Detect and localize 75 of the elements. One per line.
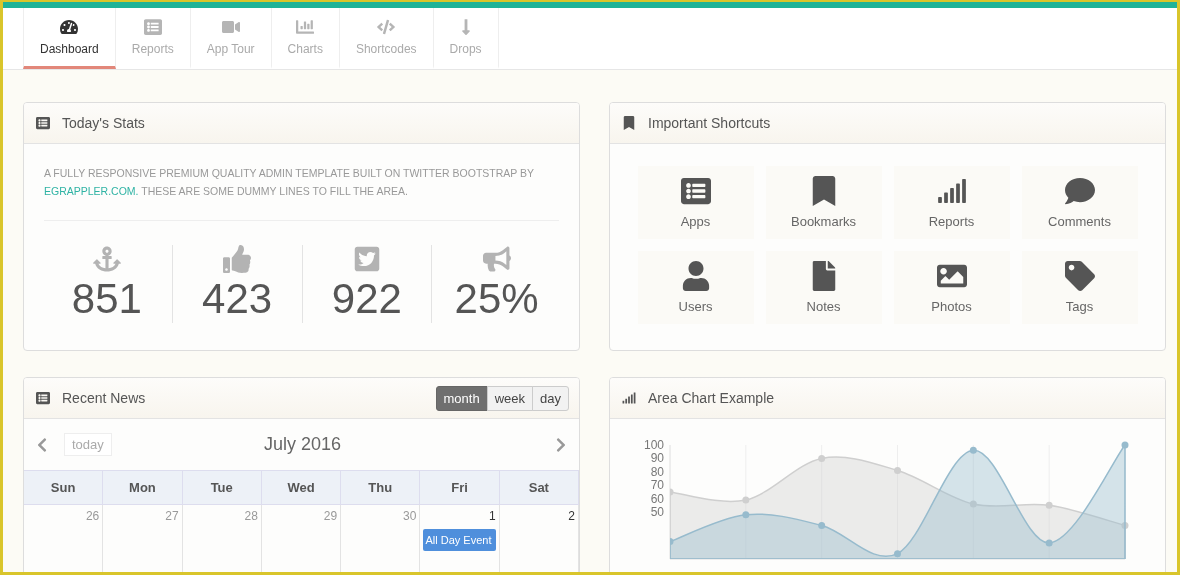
- view-toggle[interactable]: week: [486, 385, 534, 411]
- bird-icon: [352, 245, 381, 273]
- video-camera-icon: [221, 18, 240, 36]
- axis-tick-label: 90: [650, 451, 664, 466]
- user-icon: [680, 261, 711, 291]
- panel-title: Area Chart Example: [648, 390, 776, 406]
- day-number: 2: [568, 509, 575, 523]
- bar-chart-icon: [296, 18, 315, 36]
- calendar-event[interactable]: All Day Event: [423, 529, 496, 551]
- shortcut-link[interactable]: Bookmarks: [765, 166, 882, 239]
- data-point: [1121, 521, 1129, 529]
- stat-value: 423: [202, 275, 273, 323]
- signal-bars-icon: [936, 176, 967, 206]
- weekday-header: Thu: [341, 470, 421, 505]
- list-icon: [36, 391, 50, 405]
- shortcut-link[interactable]: Photos: [893, 251, 1010, 324]
- stat-value: 851: [71, 275, 142, 323]
- data-point: [818, 454, 826, 462]
- calendar-month: July 2016: [262, 434, 342, 455]
- data-point: [742, 511, 750, 519]
- data-point: [894, 467, 901, 474]
- list-icon: [680, 176, 711, 206]
- list-icon: [143, 18, 162, 36]
- data-point: [670, 538, 674, 546]
- axis-tick-label: 60: [650, 491, 664, 506]
- stat-value: 25%: [454, 275, 539, 323]
- shortcut-link[interactable]: Tags: [1021, 251, 1138, 324]
- data-point: [969, 500, 977, 508]
- weekday-header: Tue: [182, 470, 262, 505]
- axis-tick-label: 70: [650, 478, 664, 493]
- megaphone-icon: [482, 245, 511, 273]
- bookmark-icon: [622, 116, 636, 130]
- weekday-header: Sun: [24, 470, 104, 505]
- tag-icon: [1064, 261, 1095, 291]
- shortcut-link[interactable]: Reports: [893, 166, 1010, 239]
- weekday-header: Sat: [499, 470, 579, 505]
- axis-tick-label: 100: [643, 438, 664, 452]
- day-number: 27: [165, 509, 179, 523]
- shortcut-link[interactable]: Apps: [637, 166, 754, 239]
- intro-text: A FULLY RESPONSIVE PREMIUM QUALITY ADMIN TEMPLATE BUILT ON TWITTER BOOTSTRAP BY EGRAPPLER.COM. THESE ARE SOME DUMMY LINES TO FILL THE AREA.: [44, 164, 559, 221]
- data-point: [818, 521, 826, 529]
- weekday-header: Wed: [261, 470, 342, 505]
- panel-title: Today's Stats: [62, 115, 146, 131]
- axis-tick-label: 50: [650, 505, 664, 520]
- dashboard-icon: [60, 18, 79, 36]
- day-number: 1: [489, 509, 496, 523]
- anchor-icon: [92, 245, 121, 273]
- shortcut-link[interactable]: Comments: [1021, 166, 1138, 239]
- nav-tab[interactable]: Dashboard: [23, 8, 116, 69]
- list-icon: [36, 116, 50, 130]
- data-point: [969, 446, 977, 454]
- shortcut-link[interactable]: Notes: [765, 251, 882, 324]
- stat-value: 922: [331, 275, 402, 323]
- panel-title: Important Shortcuts: [648, 115, 772, 131]
- weekday-header: Fri: [420, 470, 500, 505]
- axis-tick-label: 80: [650, 464, 664, 479]
- day-number: 29: [323, 509, 338, 523]
- view-toggle[interactable]: day: [532, 385, 569, 411]
- data-point: [1121, 441, 1129, 449]
- view-toggle[interactable]: month: [435, 385, 488, 411]
- signal-bars-icon: [622, 391, 636, 405]
- weekday-header: Mon: [103, 470, 183, 505]
- thumbs-up-icon: [223, 245, 252, 273]
- data-point: [894, 550, 901, 558]
- data-point: [742, 496, 750, 504]
- data-point: [1045, 539, 1053, 547]
- day-number: 26: [85, 509, 100, 523]
- day-number: 30: [403, 509, 417, 523]
- speech-bubble-icon: [1064, 176, 1095, 206]
- shortcut-link[interactable]: Users: [637, 251, 754, 324]
- day-number: 28: [244, 509, 258, 523]
- data-point: [670, 488, 674, 496]
- code-icon: [377, 18, 396, 36]
- data-point: [1045, 501, 1053, 509]
- panel-title: Recent News: [62, 390, 147, 406]
